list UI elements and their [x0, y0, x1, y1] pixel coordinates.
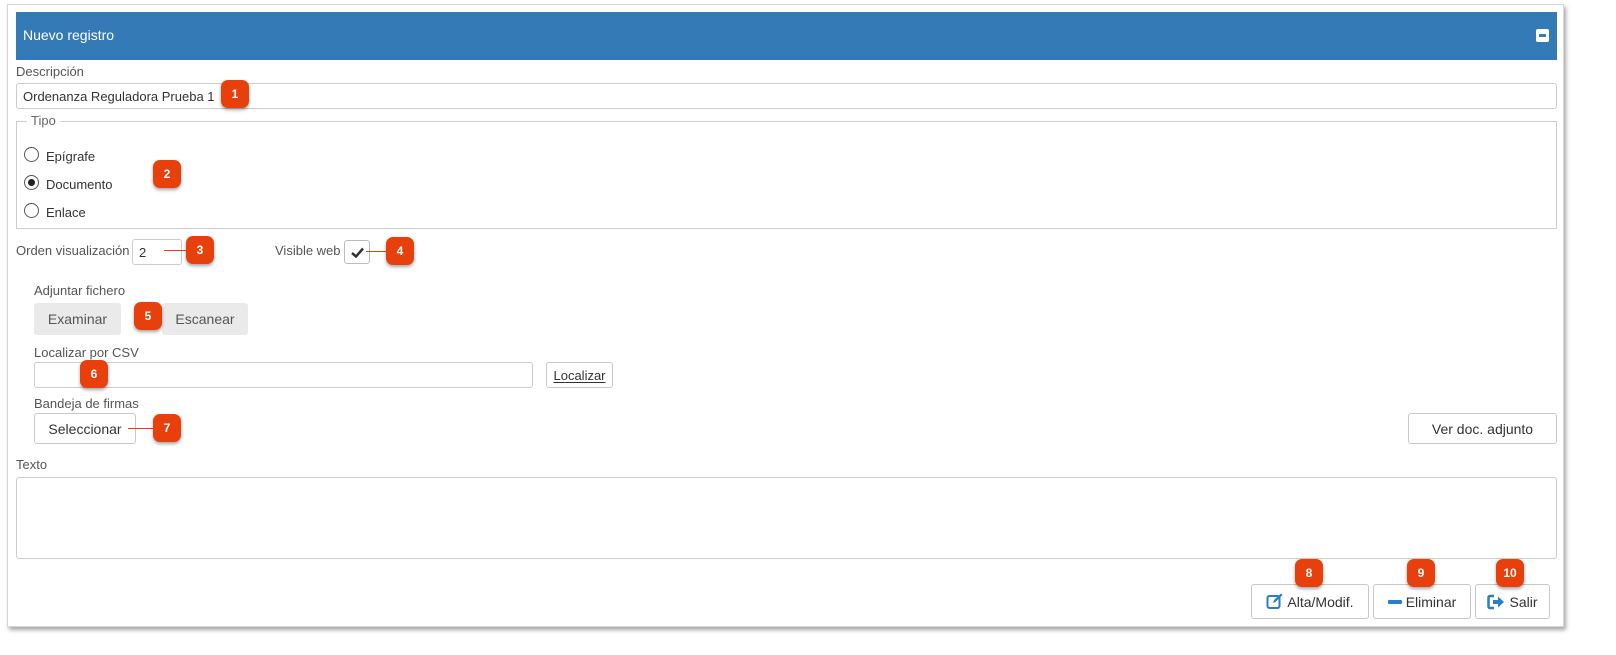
callout-leader — [128, 428, 153, 429]
radio-enlace[interactable]: Enlace — [24, 202, 86, 221]
callout-badge: 5 — [134, 302, 162, 330]
radio-enlace-circle[interactable] — [24, 202, 39, 218]
callout-badge: 8 — [1295, 559, 1323, 587]
salir-label: Salir — [1509, 593, 1538, 610]
minus-icon — [1387, 595, 1402, 609]
callout-leader — [366, 251, 387, 252]
visible-web-checkbox[interactable] — [344, 240, 370, 264]
radio-documento[interactable]: Documento — [24, 174, 113, 193]
callout-badge: 6 — [80, 360, 108, 388]
callout-badge: 7 — [153, 414, 181, 442]
eliminar-button[interactable]: Eliminar — [1373, 584, 1471, 619]
callout-badge: 2 — [153, 160, 181, 188]
radio-epigrafe[interactable]: Epígrafe — [24, 146, 96, 165]
radio-epigrafe-circle[interactable] — [24, 146, 39, 162]
edit-icon — [1266, 593, 1283, 610]
radio-documento-label: Documento — [46, 176, 113, 192]
sign-out-icon — [1487, 594, 1505, 610]
radio-enlace-label: Enlace — [46, 204, 86, 220]
orden-input[interactable] — [132, 239, 182, 265]
eliminar-label: Eliminar — [1405, 593, 1457, 610]
salir-button[interactable]: Salir — [1475, 584, 1550, 619]
callout-badge: 10 — [1496, 559, 1524, 587]
panel-title: Nuevo registro — [23, 27, 115, 43]
ver-doc-adjunto-button[interactable]: Ver doc. adjunto — [1408, 413, 1557, 444]
localizar-button[interactable]: Localizar — [546, 362, 613, 388]
alta-modif-button[interactable]: Alta/Modif. — [1251, 584, 1369, 619]
callout-badge: 1 — [221, 80, 249, 108]
examinar-button[interactable]: Examinar — [34, 303, 121, 335]
seleccionar-button[interactable]: Seleccionar — [34, 413, 136, 444]
escanear-button[interactable]: Escanear — [162, 303, 248, 335]
bandeja-label: Bandeja de firmas — [34, 396, 139, 411]
callout-badge: 3 — [186, 236, 214, 264]
tipo-fieldset: Tipo Epígrafe Documento Enlace — [16, 113, 1557, 229]
descripcion-label: Descripción — [16, 64, 84, 79]
radio-epigrafe-label: Epígrafe — [46, 148, 96, 164]
texto-textarea[interactable] — [16, 477, 1557, 559]
callout-leader — [164, 250, 186, 251]
radio-documento-circle[interactable] — [24, 174, 39, 190]
csv-label: Localizar por CSV — [34, 345, 139, 360]
texto-label: Texto — [16, 457, 48, 472]
callout-badge: 4 — [386, 237, 414, 265]
minus-square-icon[interactable] — [1536, 29, 1549, 42]
visible-web-label: Visible web — [275, 243, 341, 258]
check-icon — [351, 247, 364, 258]
tipo-legend: Tipo — [27, 113, 60, 128]
orden-label: Orden visualización — [16, 243, 130, 258]
adjuntar-label: Adjuntar fichero — [34, 283, 126, 298]
panel-header: Nuevo registro — [16, 12, 1557, 60]
alta-modif-label: Alta/Modif. — [1287, 593, 1354, 610]
callout-badge: 9 — [1407, 559, 1435, 587]
csv-input[interactable] — [34, 362, 533, 388]
